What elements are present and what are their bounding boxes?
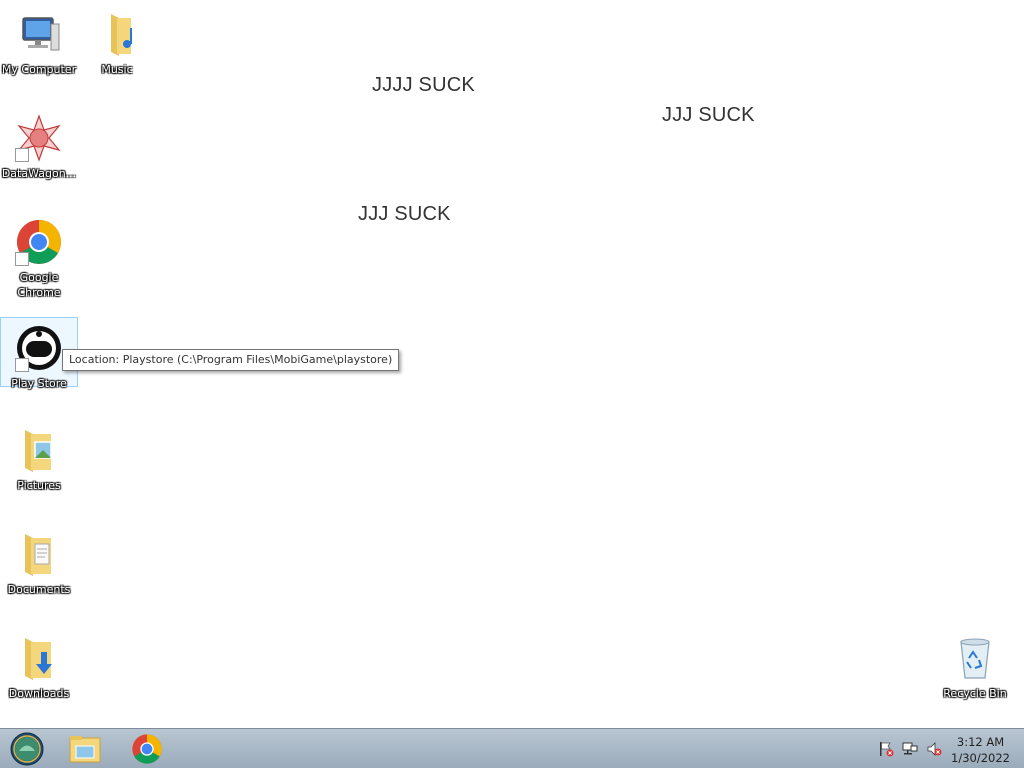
documents-folder-item[interactable]: Documents — [0, 524, 78, 624]
taskbar-chrome-button[interactable] — [122, 731, 172, 767]
system-tray: 3:12 AM 1/30/2022 — [864, 729, 1024, 769]
music-folder-item[interactable]: Music — [78, 4, 156, 104]
icon-label: Play Store — [11, 377, 67, 390]
volume-muted-icon[interactable] — [926, 741, 942, 757]
chrome-icon — [132, 734, 162, 764]
pictures-folder-icon — [15, 426, 63, 474]
taskbar: 3:12 AM 1/30/2022 — [0, 728, 1024, 768]
documents-folder-icon — [15, 530, 63, 578]
downloads-folder-icon — [15, 634, 63, 682]
icon-label: DataWagon... — [1, 167, 77, 180]
shortcut-arrow-icon — [15, 148, 29, 162]
computer-icon — [15, 10, 63, 58]
desktop-text: JJJ SUCK — [358, 203, 451, 225]
network-icon[interactable] — [902, 741, 918, 757]
file-explorer-icon — [69, 736, 101, 763]
action-center-flag-icon[interactable] — [878, 741, 894, 757]
icon-label: Music — [101, 63, 133, 76]
icon-label: My Computer — [1, 63, 77, 76]
datawagon-shortcut-item[interactable]: DataWagon... — [0, 108, 78, 208]
icon-label: Downloads — [8, 687, 70, 700]
taskbar-file-explorer-button[interactable] — [60, 731, 110, 767]
icon-label: Documents — [7, 583, 71, 596]
start-orb-icon — [10, 732, 44, 766]
datawagon-icon — [15, 114, 63, 162]
clock-date: 1/30/2022 — [951, 751, 1010, 765]
pictures-folder-item[interactable]: Pictures — [0, 420, 78, 520]
start-button[interactable] — [2, 731, 52, 767]
shortcut-arrow-icon — [15, 252, 29, 266]
clock-time: 3:12 AM — [956, 735, 1005, 749]
desktop-text: JJJ SUCK — [662, 104, 755, 126]
icon-label: Google Chrome — [17, 271, 61, 299]
taskbar-clock[interactable]: 3:12 AM 1/30/2022 — [951, 734, 1010, 766]
shortcut-arrow-icon — [15, 358, 29, 372]
recycle-bin-item[interactable]: Recycle Bin — [936, 628, 1014, 728]
downloads-folder-item[interactable]: Downloads — [0, 628, 78, 728]
desktop-text: JJJJ SUCK — [372, 74, 475, 96]
google-chrome-shortcut-item[interactable]: Google Chrome — [0, 212, 78, 312]
chrome-icon — [15, 218, 63, 266]
icon-label: Pictures — [17, 479, 61, 492]
recycle-bin-icon — [951, 634, 999, 682]
music-folder-icon — [93, 10, 141, 58]
play-store-icon — [15, 324, 63, 372]
my-computer-icon-item[interactable]: My Computer — [0, 4, 78, 104]
icon-label: Recycle Bin — [943, 687, 1007, 700]
icon-location-tooltip: Location: Playstore (C:\Program Files\Mo… — [62, 349, 400, 371]
desktop[interactable]: My Computer Music DataWagon... Google Ch… — [0, 0, 1024, 728]
